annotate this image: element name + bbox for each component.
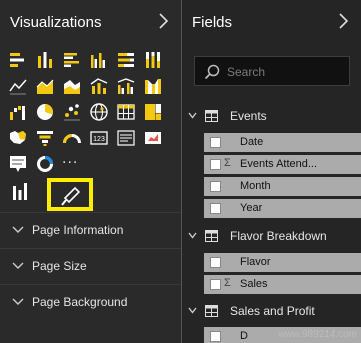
chevron-down-icon (12, 226, 24, 233)
field-label: Flavor (240, 256, 271, 268)
table-icon (205, 110, 218, 122)
ribbon-chart-icon[interactable] (143, 76, 163, 96)
stacked-bar-chart-icon[interactable] (8, 50, 28, 70)
sigma-icon: Σ (224, 157, 231, 169)
table-icon (205, 305, 218, 317)
search-box (194, 56, 350, 86)
table-sales-and-profit[interactable]: Sales and Profit (182, 299, 361, 323)
map-icon[interactable] (89, 102, 109, 122)
field-flavor[interactable]: Flavor (204, 253, 361, 272)
table-name: Sales and Profit (230, 304, 315, 318)
stacked-area-chart-icon[interactable] (62, 76, 82, 96)
100-percent-bar-chart-icon[interactable] (116, 50, 136, 70)
field-checkbox[interactable] (210, 331, 221, 342)
chevron-down-icon (12, 298, 24, 305)
field-year[interactable]: Year (204, 199, 361, 218)
filled-map-icon[interactable] (8, 128, 28, 148)
paint-roller-icon (61, 186, 81, 206)
scatter-chart-icon[interactable] (62, 102, 82, 122)
visualizations-title: Visualizations (10, 14, 102, 31)
field-date[interactable]: Date (204, 133, 361, 152)
fields-header: Fields (182, 0, 361, 46)
waterfall-chart-icon[interactable] (8, 102, 28, 122)
watermark: www.989214.com (278, 329, 357, 340)
expand-chevron-icon[interactable] (188, 232, 197, 239)
table-name: Flavor Breakdown (230, 229, 327, 243)
line-column-chart-icon[interactable] (89, 76, 109, 96)
section-page-size[interactable]: Page Size (0, 248, 181, 284)
field-checkbox[interactable] (210, 203, 221, 214)
field-label: Date (240, 136, 264, 148)
field-checkbox[interactable] (210, 279, 221, 290)
field-label: Year (240, 202, 263, 214)
table-flavor-breakdown[interactable]: Flavor Breakdown (182, 224, 361, 248)
svg-text:123: 123 (93, 136, 105, 143)
chevron-down-icon (12, 262, 24, 269)
field-checkbox[interactable] (210, 181, 221, 192)
search-icon (204, 64, 220, 80)
field-label: Sales (240, 278, 268, 290)
expand-chevron-icon[interactable] (188, 307, 197, 314)
100-percent-column-chart-icon[interactable] (143, 50, 163, 70)
fields-tab-icon[interactable] (10, 180, 30, 202)
table-name: Events (230, 109, 267, 123)
table-icon[interactable] (116, 102, 136, 122)
section-label: Page Size (32, 259, 87, 273)
chevron-right-icon[interactable] (157, 12, 169, 30)
multi-row-card-icon[interactable] (143, 128, 163, 148)
clustered-column-chart-icon[interactable] (89, 50, 109, 70)
field-month[interactable]: Month (204, 177, 361, 196)
line-chart-icon[interactable] (8, 76, 28, 96)
section-label: Page Information (32, 223, 124, 237)
expand-chevron-icon[interactable] (188, 112, 197, 119)
format-tab[interactable] (47, 178, 93, 211)
field-events-attendance[interactable]: Σ Events Attend... (204, 155, 361, 174)
section-page-information[interactable]: Page Information (0, 212, 181, 248)
field-checkbox[interactable] (210, 159, 221, 170)
slicer-icon[interactable] (8, 154, 28, 174)
section-page-background[interactable]: Page Background (0, 284, 181, 320)
field-checkbox[interactable] (210, 137, 221, 148)
clustered-bar-chart-icon[interactable] (62, 50, 82, 70)
line-clustered-column-chart-icon[interactable] (116, 76, 136, 96)
card-icon[interactable]: 123 (89, 128, 109, 148)
treemap-icon[interactable] (143, 102, 163, 122)
table-events[interactable]: Events (182, 104, 361, 128)
pane-tabs (0, 174, 181, 211)
pie-chart-icon[interactable] (35, 102, 55, 122)
fields-title: Fields (192, 14, 233, 31)
field-sales[interactable]: Σ Sales (204, 275, 361, 294)
stacked-column-chart-icon[interactable] (35, 50, 55, 70)
field-label: Events Attend... (240, 158, 318, 170)
field-label: Month (240, 180, 271, 192)
sigma-icon: Σ (224, 277, 231, 289)
search-input[interactable] (227, 62, 345, 82)
section-label: Page Background (32, 295, 128, 309)
more-visuals-icon[interactable]: ... (62, 150, 82, 170)
fields-pane: Fields Events Date Σ Events Attend... Mo… (182, 0, 361, 343)
field-checkbox[interactable] (210, 257, 221, 268)
gauge-icon[interactable] (62, 128, 82, 148)
chevron-right-icon[interactable] (337, 12, 349, 30)
table-icon (205, 230, 218, 242)
donut-chart-icon[interactable] (35, 154, 55, 174)
visualizations-header: Visualizations (0, 0, 181, 46)
kpi-icon[interactable] (116, 128, 136, 148)
funnel-icon[interactable] (35, 128, 55, 148)
visualizations-pane: Visualizations 123 ... Page Information … (0, 0, 181, 343)
area-chart-icon[interactable] (35, 76, 55, 96)
